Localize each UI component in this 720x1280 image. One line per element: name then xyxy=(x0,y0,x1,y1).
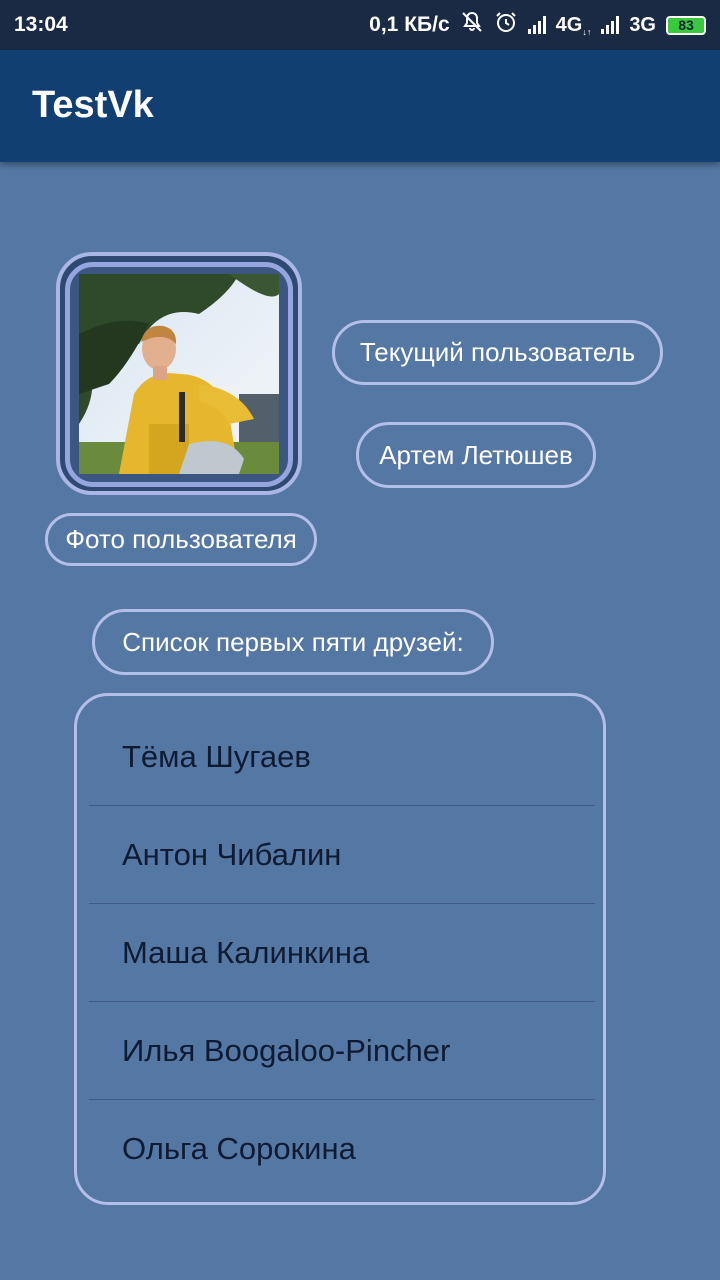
user-name-text: Артем Летюшев xyxy=(379,439,573,470)
friend-name: Антон Чибалин xyxy=(122,836,342,872)
network-speed: 0,1 КБ/с xyxy=(369,13,450,36)
friend-item-3[interactable]: Маша Калинкина xyxy=(89,904,595,1002)
signal-icon xyxy=(527,16,546,34)
friend-item-5[interactable]: Ольга Сорокина xyxy=(89,1100,595,1198)
alarm-icon xyxy=(494,10,518,40)
friend-name: Тёма Шугаев xyxy=(122,738,311,774)
photo-label-text: Фото пользователя xyxy=(65,524,297,554)
friends-header-text: Список первых пяти друзей: xyxy=(122,626,464,657)
friend-item-2[interactable]: Антон Чибалин xyxy=(89,806,595,904)
user-photo[interactable] xyxy=(79,274,279,474)
signal-icon xyxy=(601,16,620,34)
friend-name: Илья Boogaloo-Pincher xyxy=(122,1032,451,1068)
friend-name: Маша Калинкина xyxy=(122,934,370,970)
friend-item-4[interactable]: Илья Boogaloo-Pincher xyxy=(89,1002,595,1100)
status-time: 13:04 xyxy=(14,13,68,36)
current-user-label-text: Текущий пользователь xyxy=(359,337,636,367)
battery-icon: 83 xyxy=(666,15,706,35)
friend-name: Ольга Сорокина xyxy=(122,1131,356,1166)
network-type-2: 3G xyxy=(629,13,656,36)
user-name-label: Артем Летюшев xyxy=(356,422,596,488)
status-indicators: 0,1 КБ/с 4G↓↑ 3G 83 xyxy=(369,10,706,40)
current-user-label: Текущий пользователь xyxy=(332,320,663,385)
friend-item-1[interactable]: Тёма Шугаев xyxy=(89,708,595,806)
friends-list[interactable]: Тёма Шугаев Антон Чибалин Маша Калинкина… xyxy=(74,693,606,1205)
friends-header: Список первых пяти друзей: xyxy=(92,609,494,675)
mute-bell-icon xyxy=(460,10,484,40)
status-bar: 13:04 0,1 КБ/с 4G↓↑ 3G 83 xyxy=(0,0,720,50)
app-title: TestVk xyxy=(32,84,154,126)
photo-label: Фото пользователя xyxy=(45,513,317,566)
app-bar: TestVk xyxy=(0,50,720,162)
network-type-1: 4G↓↑ xyxy=(555,13,592,37)
